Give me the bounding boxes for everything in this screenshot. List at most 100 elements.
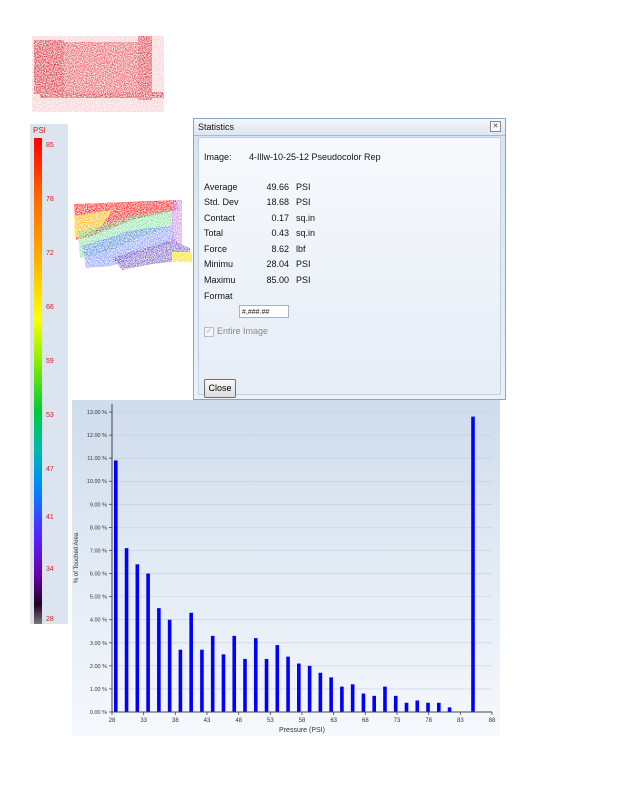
histogram-bar	[340, 686, 344, 712]
histogram-bar	[415, 700, 420, 712]
y-tick-label: 8.00 %	[90, 525, 107, 531]
x-axis-label: Pressure (PSI)	[279, 727, 325, 734]
entire-image-checkbox[interactable]: ✓	[204, 327, 214, 337]
x-tick-label: 38	[172, 718, 179, 724]
x-tick-label: 53	[267, 718, 274, 724]
stat-label: Contact	[204, 213, 236, 223]
psi-color-scale: PSI 85 78 72 66 59 53 47 41 34 28	[30, 124, 68, 624]
scale-tick: 34	[46, 566, 54, 573]
pressure-thumbnail-image	[30, 30, 170, 122]
stat-unit: PSI	[296, 275, 311, 285]
histogram-bar	[167, 619, 172, 712]
histogram-bar	[146, 573, 150, 712]
y-tick-label: 0.00 %	[90, 710, 107, 716]
format-field[interactable]: #,###.##	[239, 305, 289, 318]
entire-image-label: Entire Image	[217, 326, 269, 336]
histogram-bar	[393, 695, 398, 712]
stat-value: 0.17	[271, 213, 289, 223]
histogram-bar	[264, 658, 269, 712]
stat-unit: PSI	[296, 182, 311, 192]
histogram-bar	[243, 658, 247, 712]
x-tick-label: 83	[457, 718, 464, 724]
x-tick-label: 43	[204, 718, 211, 724]
y-tick-label: 9.00 %	[90, 502, 107, 508]
histogram-bar	[426, 702, 430, 712]
y-tick-label: 7.00 %	[90, 548, 107, 554]
x-tick-label: 73	[394, 718, 401, 724]
scale-tick: 78	[46, 196, 54, 203]
histogram-bar	[221, 654, 226, 712]
histogram-bar	[157, 608, 161, 712]
stat-value: 8.62	[271, 244, 289, 254]
histogram-bar	[404, 702, 409, 712]
stat-label: Minimu	[204, 259, 234, 269]
dialog-titlebar: Statistics ✕	[194, 119, 505, 136]
format-label: Format	[204, 291, 233, 301]
scale-tick: 28	[46, 616, 54, 623]
x-tick-label: 88	[489, 718, 496, 724]
histogram-bar	[253, 638, 258, 712]
histogram-bar	[307, 665, 312, 712]
x-tick-label: 68	[362, 718, 369, 724]
pressure-histogram: 0.00 % 1.00 % 2.00 % 3.00 % 4.00 % 5.00 % 6.00…	[72, 400, 500, 736]
stat-label: Total	[204, 228, 224, 238]
stat-value: 49.66	[266, 182, 289, 192]
histogram-bar	[471, 416, 475, 712]
histogram-bar	[297, 663, 301, 712]
image-name: 4-Illw-10-25-12 Pseudocolor Rep	[249, 152, 381, 162]
color-gradient-bar	[34, 138, 42, 624]
x-tick-label: 33	[140, 718, 147, 724]
close-button[interactable]: Close	[204, 379, 236, 398]
histogram-bar	[437, 702, 441, 712]
close-icon[interactable]: ✕	[490, 121, 501, 132]
stat-unit: PSI	[296, 197, 311, 207]
x-tick-label: 78	[425, 718, 432, 724]
scale-tick: 47	[46, 466, 54, 473]
scale-tick: 53	[46, 412, 54, 419]
pseudocolor-pressure-map	[72, 196, 194, 280]
stat-label: Std. Dev	[204, 197, 239, 207]
x-tick-label: 28	[109, 718, 116, 724]
statistics-dialog: Statistics ✕ Image: 4-Illw-10-25-12 Pseu…	[193, 118, 506, 400]
histogram-bar	[124, 548, 129, 712]
scale-unit-label: PSI	[33, 126, 46, 135]
histogram-bar	[275, 645, 280, 712]
scale-tick: 66	[46, 304, 54, 311]
stat-unit: sq.in	[296, 228, 316, 238]
y-tick-label: 3.00 %	[90, 641, 107, 647]
histogram-bar	[350, 684, 355, 712]
histogram-bar	[447, 707, 452, 712]
dialog-body: Image: 4-Illw-10-25-12 Pseudocolor Rep A…	[198, 137, 501, 398]
y-tick-label: 2.00 %	[90, 664, 107, 670]
y-tick-label: 6.00 %	[90, 572, 107, 578]
stat-unit: sq.in	[296, 213, 316, 223]
histogram-bar	[189, 612, 193, 712]
stat-label: Force	[204, 244, 228, 254]
y-tick-label: 11.00 %	[87, 456, 107, 462]
image-label: Image:	[204, 152, 232, 162]
histogram-bar	[286, 656, 290, 712]
y-tick-label: 4.00 %	[90, 618, 107, 624]
histogram-bar	[135, 564, 140, 712]
x-tick-label: 63	[330, 718, 337, 724]
scale-tick: 41	[46, 514, 54, 521]
x-tick-label: 58	[299, 718, 306, 724]
y-tick-label: 1.00 %	[90, 687, 107, 693]
histogram-bar	[200, 649, 204, 712]
y-tick-label: 5.00 %	[90, 595, 107, 601]
dialog-title: Statistics	[198, 122, 235, 132]
x-tick-label: 48	[235, 718, 242, 724]
stat-value: 0.43	[271, 228, 289, 238]
stat-label: Maximu	[204, 275, 236, 285]
histogram-bar	[178, 649, 183, 712]
y-axis-label: % of Touched Area	[74, 532, 80, 583]
histogram-bar	[232, 635, 237, 712]
histogram-bar	[210, 635, 215, 712]
histogram-bar	[372, 695, 376, 712]
stat-value: 28.04	[266, 259, 289, 269]
stat-unit: lbf	[296, 244, 306, 254]
histogram-bar	[329, 677, 333, 712]
y-tick-label: 13.00 %	[87, 410, 107, 416]
y-tick-label: 10.00 %	[87, 479, 107, 485]
scale-tick: 85	[46, 142, 54, 149]
